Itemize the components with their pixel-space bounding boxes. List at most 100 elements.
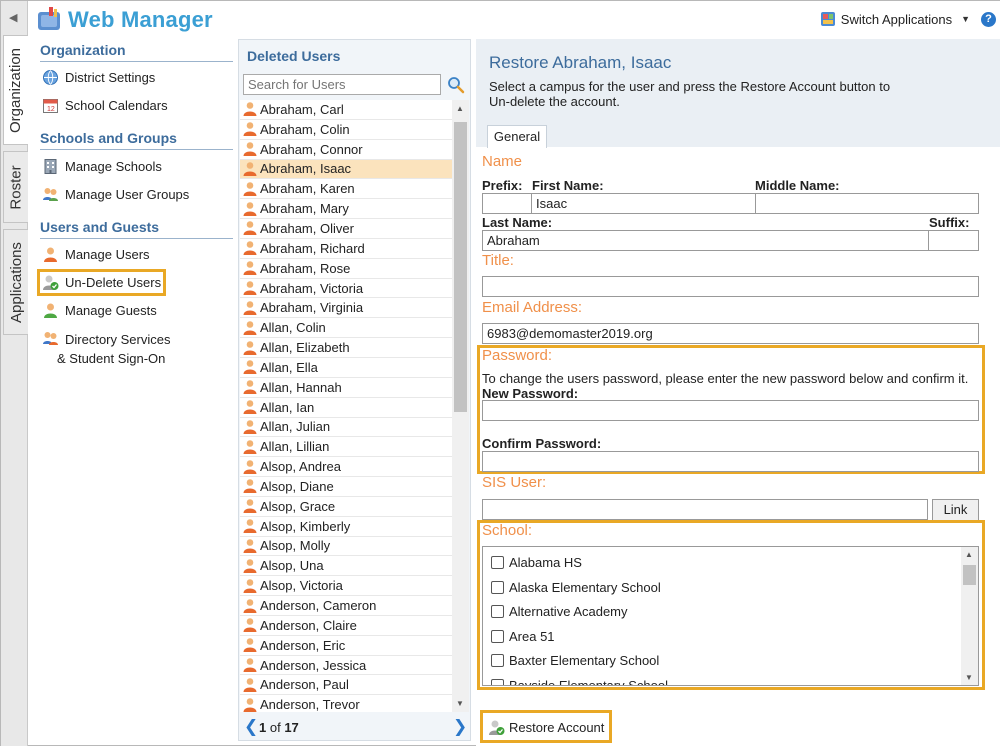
nav-item-label: Manage User Groups (65, 187, 190, 202)
scroll-down-arrow-icon[interactable]: ▼ (456, 699, 464, 708)
user-list-item[interactable]: Abraham, Victoria (240, 279, 452, 299)
collapse-arrow-icon[interactable]: ◀ (9, 11, 17, 24)
previous-page-icon[interactable]: ❮ (244, 717, 258, 737)
user-name: Allan, Ian (260, 399, 315, 415)
school-checkbox[interactable] (491, 629, 504, 643)
suffix-input[interactable] (928, 230, 979, 251)
scroll-down-arrow-icon[interactable]: ▼ (965, 673, 973, 682)
middle-name-input[interactable] (755, 193, 979, 214)
user-list-item[interactable]: Alsop, Molly (240, 537, 452, 557)
user-list-item[interactable]: Abraham, Colin (240, 120, 452, 140)
first-name-input[interactable] (531, 193, 756, 214)
user-list-item[interactable]: Alsop, Kimberly (240, 517, 452, 537)
school-checkbox-item[interactable]: Alabama HS (491, 555, 582, 570)
user-list-item[interactable]: Alsop, Victoria (240, 576, 452, 597)
tab-applications[interactable]: Applications (3, 229, 28, 335)
user-list-item[interactable]: Alsop, Diane (240, 477, 452, 497)
user-list-item[interactable]: Anderson, Jessica (240, 656, 452, 676)
school-name: Bayside Elementary School (509, 677, 668, 686)
user-list-item[interactable]: Abraham, Carl (240, 100, 452, 120)
last-name-input[interactable] (482, 230, 929, 251)
user-list-item[interactable]: Allan, Ian (240, 398, 452, 418)
user-list-item[interactable]: Abraham, Virginia (240, 298, 452, 319)
nav-item-district-settings[interactable]: District Settings (42, 69, 155, 86)
school-checkbox[interactable] (491, 556, 504, 569)
user-name: Allan, Colin (260, 320, 326, 336)
sis-user-input[interactable] (482, 499, 928, 520)
school-checkbox[interactable] (491, 605, 504, 618)
user-icon (243, 618, 257, 633)
tab-organization[interactable]: Organization (3, 35, 28, 145)
school-checkbox-item[interactable]: Area 51 (491, 629, 555, 644)
user-list-item[interactable]: Alsop, Una (240, 556, 452, 577)
user-list-item[interactable]: Allan, Lillian (240, 437, 452, 458)
user-name: Abraham, Rose (260, 260, 351, 276)
user-list-item[interactable]: Abraham, Connor (240, 140, 452, 160)
next-page-icon[interactable]: ❯ (453, 717, 467, 737)
nav-item-manage-users[interactable]: Manage Users (42, 246, 150, 263)
nav-item-label: Manage Schools (65, 159, 162, 174)
nav-item-label: Manage Guests (65, 303, 157, 318)
confirm-password-input[interactable] (482, 451, 979, 472)
school-checkbox[interactable] (491, 654, 504, 667)
restore-account-button[interactable]: Restore Account (484, 714, 608, 740)
user-list-item[interactable]: Anderson, Eric (240, 636, 452, 656)
nav-item-undelete-users[interactable]: Un-Delete Users (36, 269, 167, 296)
user-list-item[interactable]: Abraham, Karen (240, 179, 452, 200)
user-list-scrollbar[interactable]: ▲ ▼ (452, 100, 469, 712)
tab-organization-label: Organization (7, 47, 25, 133)
user-list-item[interactable]: Allan, Elizabeth (240, 338, 452, 358)
user-list-item[interactable]: Allan, Colin (240, 318, 452, 339)
user-icon (243, 320, 257, 335)
scroll-up-arrow-icon[interactable]: ▲ (965, 550, 973, 559)
nav-item-manage-user-groups[interactable]: Manage User Groups (42, 186, 189, 203)
user-icon (243, 181, 257, 196)
user-search-input[interactable] (243, 74, 441, 95)
user-name: Allan, Hannah (260, 379, 342, 395)
school-checkbox[interactable] (491, 678, 504, 685)
user-list-item[interactable]: Abraham, Isaac (240, 159, 452, 180)
user-list-item[interactable]: Abraham, Richard (240, 239, 452, 259)
user-list-item[interactable]: Allan, Ella (240, 358, 452, 378)
email-input[interactable] (482, 323, 979, 344)
school-checkbox-item[interactable]: Alaska Elementary School (491, 580, 661, 595)
user-list-item[interactable]: Alsop, Andrea (240, 457, 452, 478)
school-name: Area 51 (509, 628, 555, 644)
search-icon[interactable] (447, 76, 465, 94)
directory-icon (43, 332, 58, 345)
nav-item-manage-schools[interactable]: Manage Schools (42, 158, 162, 175)
new-password-input[interactable] (482, 400, 979, 421)
title-input[interactable] (482, 276, 979, 297)
scroll-up-arrow-icon[interactable]: ▲ (456, 104, 464, 113)
organization-nav: Organization District Settings 12 School… (30, 39, 235, 746)
scrollbar-thumb[interactable] (963, 565, 976, 585)
school-checkbox-item[interactable]: Bayside Elementary School (491, 677, 668, 686)
user-icon (243, 122, 257, 137)
scrollbar-thumb[interactable] (454, 122, 467, 412)
user-list-item[interactable]: Anderson, Cameron (240, 596, 452, 616)
nav-item-directory-services[interactable]: Directory Services & Student Sign-On (42, 330, 170, 368)
user-icon (243, 519, 257, 534)
nav-item-school-calendars[interactable]: 12 School Calendars (42, 97, 168, 114)
school-checkbox-item[interactable]: Alternative Academy (491, 604, 628, 619)
user-list-item[interactable]: Anderson, Trevor (240, 695, 452, 712)
tab-general[interactable]: General (487, 125, 547, 148)
user-list-item[interactable]: Anderson, Paul (240, 675, 452, 696)
user-list-item[interactable]: Allan, Julian (240, 418, 452, 438)
user-list-item[interactable]: Anderson, Claire (240, 616, 452, 636)
nav-item-manage-guests[interactable]: Manage Guests (42, 302, 157, 319)
user-icon (243, 439, 257, 454)
switch-applications-button[interactable]: Switch Applications ▼ (820, 11, 970, 27)
school-checkbox-item[interactable]: Baxter Elementary School (491, 653, 659, 668)
user-list-item[interactable]: Alsop, Grace (240, 497, 452, 517)
school-list-scrollbar[interactable]: ▲ ▼ (961, 547, 978, 685)
link-button[interactable]: Link (932, 499, 979, 521)
tab-roster[interactable]: Roster (3, 151, 28, 223)
user-list-item[interactable]: Allan, Hannah (240, 378, 452, 398)
user-list-item[interactable]: Abraham, Mary (240, 199, 452, 220)
user-list-item[interactable]: Abraham, Rose (240, 259, 452, 279)
user-list-item[interactable]: Abraham, Oliver (240, 219, 452, 239)
prefix-input[interactable] (482, 193, 532, 214)
help-icon[interactable]: ? (981, 12, 996, 27)
school-checkbox[interactable] (491, 580, 504, 594)
